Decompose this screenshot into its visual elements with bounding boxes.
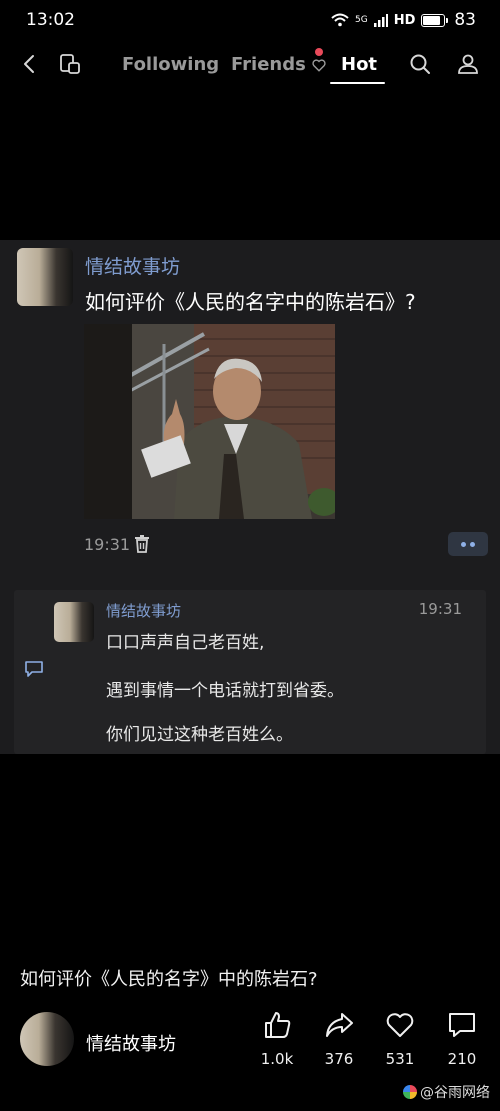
tab-hot[interactable]: Hot (341, 54, 377, 75)
post-photo[interactable] (84, 324, 335, 519)
post-question: 如何评价《人民的名字中的陈岩石》? (85, 290, 416, 314)
multi-window-icon[interactable] (58, 52, 82, 76)
watermark-text: @谷雨网络 (420, 1085, 490, 1101)
battery-level: 83 (454, 10, 476, 30)
heart-icon (312, 58, 326, 72)
watermark: @谷雨网络 (403, 1082, 490, 1102)
comment-avatar[interactable] (54, 602, 94, 642)
signal-icon (373, 13, 388, 27)
comment-line-2: 遇到事情一个电话就打到省委。 (106, 681, 344, 701)
post-author[interactable]: 情结故事坊 (85, 252, 180, 279)
share-count: 376 (324, 1050, 354, 1068)
comment-author[interactable]: 情结故事坊 (106, 600, 181, 621)
watermark-logo-icon (403, 1085, 417, 1099)
hd-label: HD (393, 12, 416, 28)
author-avatar[interactable] (17, 248, 73, 306)
battery-icon (421, 13, 446, 27)
comment-count: 210 (447, 1050, 477, 1068)
comment-icon (449, 1013, 475, 1037)
wifi-icon (331, 13, 349, 27)
feed-author[interactable]: 情结故事坊 (86, 1030, 176, 1056)
post-time: 19:31 (84, 535, 131, 554)
comment-line-1: 口口声声自己老百姓, (106, 633, 265, 653)
comment-line-3: 你们见过这种老百姓么。 (106, 725, 293, 745)
back-icon[interactable] (18, 52, 42, 76)
feed-author-avatar[interactable] (20, 1012, 74, 1066)
share-button[interactable]: 376 (314, 1010, 364, 1068)
profile-icon[interactable] (456, 52, 480, 76)
favorite-count: 531 (385, 1050, 415, 1068)
trash-icon[interactable] (134, 535, 150, 553)
tab-friends[interactable]: Friends (231, 54, 326, 75)
status-time: 13:02 (26, 10, 75, 30)
thumbs-up-icon (265, 1012, 291, 1038)
notification-dot (315, 48, 323, 56)
feed-title[interactable]: 如何评价《人民的名字》中的陈岩石? (20, 965, 318, 991)
share-icon (326, 1013, 353, 1037)
comment-time: 19:31 (418, 600, 462, 618)
tab-following[interactable]: Following (122, 54, 219, 75)
heart-outline-icon (386, 1013, 414, 1037)
more-options-button[interactable] (448, 532, 488, 556)
search-icon[interactable] (408, 52, 432, 76)
network-label: 5G (354, 15, 368, 25)
comment-button[interactable]: 210 (437, 1010, 487, 1068)
status-icons: 5G HD 83 (331, 10, 476, 30)
favorite-button[interactable]: 531 (375, 1010, 425, 1068)
like-count: 1.0k (260, 1050, 294, 1068)
like-button[interactable]: 1.0k (252, 1010, 302, 1068)
reply-icon[interactable] (24, 660, 44, 678)
tab-friends-label: Friends (231, 54, 306, 75)
active-tab-indicator (330, 82, 385, 84)
